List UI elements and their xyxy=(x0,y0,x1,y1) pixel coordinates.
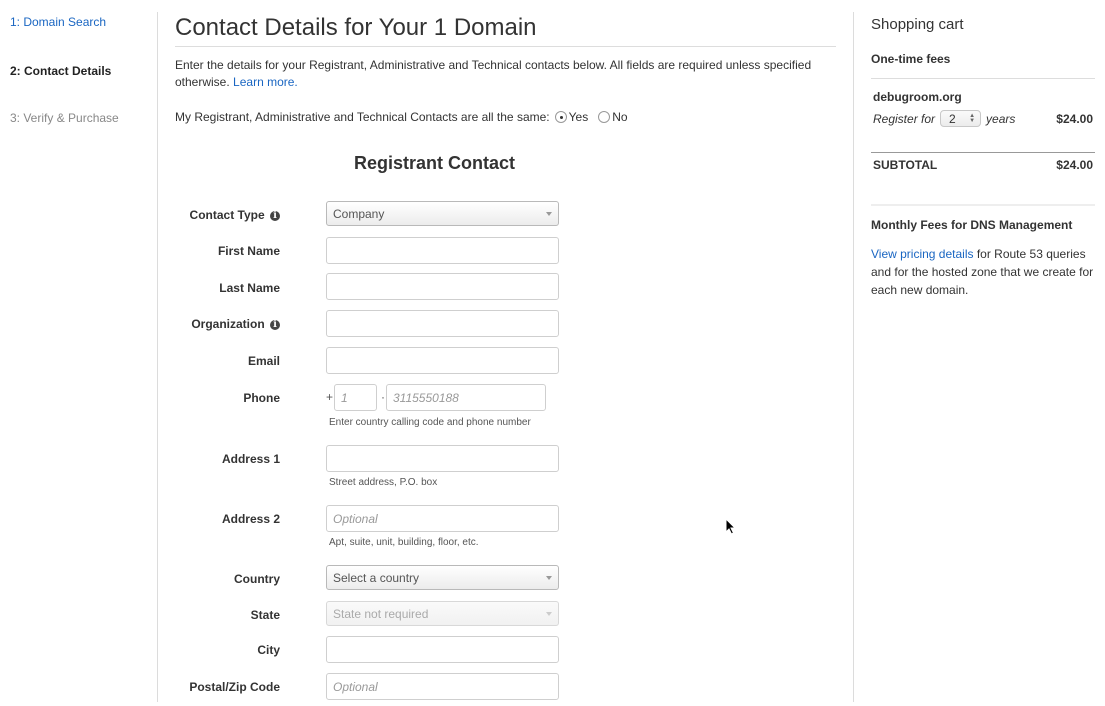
mouse-cursor-icon xyxy=(725,518,737,535)
domain-price: $24.00 xyxy=(1056,111,1093,126)
info-icon[interactable]: i xyxy=(270,320,280,330)
country-label: Country xyxy=(234,572,280,586)
phone-help-text: Enter country calling code and phone num… xyxy=(329,417,531,428)
one-time-fees-heading: One-time fees xyxy=(871,52,951,66)
dns-fees-heading: Monthly Fees for DNS Management xyxy=(871,218,1073,232)
step-contact-details: 2: Contact Details xyxy=(10,64,112,78)
learn-more-link[interactable]: Learn more. xyxy=(233,75,298,89)
register-for-label: Register for xyxy=(873,111,936,126)
radio-unchecked-icon xyxy=(598,111,611,123)
contact-type-value: Company xyxy=(333,206,385,221)
organization-label: Organization i xyxy=(191,317,280,331)
same-yes-radio[interactable]: Yes xyxy=(554,110,589,124)
address1-input[interactable] xyxy=(326,445,559,472)
city-input[interactable] xyxy=(326,636,559,663)
cart-divider xyxy=(871,78,1095,79)
address2-label: Address 2 xyxy=(221,512,280,526)
subtotal-value: $24.00 xyxy=(1056,158,1093,172)
contact-type-select[interactable]: Company xyxy=(326,201,559,226)
last-name-label: Last Name xyxy=(219,281,280,295)
first-name-label: First Name xyxy=(217,244,280,258)
phone-plus-sign: + xyxy=(326,390,334,404)
register-years-row: Register for 2 ▲ ▼ years $24.00 xyxy=(873,110,1093,127)
years-label: years xyxy=(986,111,1016,126)
radio-checked-icon xyxy=(554,111,567,123)
same-contacts-label: My Registrant, Administrative and Techni… xyxy=(175,110,550,124)
address1-label: Address 1 xyxy=(221,452,280,466)
postal-label: Postal/Zip Code xyxy=(189,680,280,694)
country-value: Select a country xyxy=(333,570,420,585)
postal-input[interactable]: Optional xyxy=(326,673,559,700)
subtotal-divider xyxy=(871,152,1095,153)
country-select[interactable]: Select a country xyxy=(326,565,559,590)
chevron-down-icon xyxy=(546,576,552,580)
last-name-input[interactable] xyxy=(326,273,559,300)
same-contacts-row: My Registrant, Administrative and Techni… xyxy=(175,110,628,124)
state-select: State not required xyxy=(326,601,559,626)
chevron-down-icon xyxy=(546,612,552,616)
address2-help-text: Apt, suite, unit, building, floor, etc. xyxy=(329,537,479,548)
years-value: 2 xyxy=(949,111,956,126)
intro-text: Enter the details for your Registrant, A… xyxy=(175,57,836,91)
email-label: Email xyxy=(247,354,280,368)
same-no-radio[interactable]: No xyxy=(598,110,628,124)
stepper-arrows-icon: ▲ ▼ xyxy=(969,112,976,124)
address1-help-text: Street address, P.O. box xyxy=(329,477,438,488)
phone-number-input[interactable]: 3115550188 xyxy=(386,384,546,411)
organization-input[interactable] xyxy=(326,310,559,337)
contact-type-label: Contact Type i xyxy=(190,208,280,222)
view-pricing-link[interactable]: View pricing details xyxy=(871,247,974,261)
right-divider xyxy=(853,12,854,702)
state-value: State not required xyxy=(333,606,429,621)
title-divider xyxy=(175,46,836,47)
subtotal-label: SUBTOTAL xyxy=(873,158,938,172)
step-domain-search[interactable]: 1: Domain Search xyxy=(10,15,106,29)
organization-label-text: Organization xyxy=(191,317,265,331)
contact-type-label-text: Contact Type xyxy=(189,208,265,222)
subtotal-row: SUBTOTAL $24.00 xyxy=(873,158,1093,172)
email-input[interactable] xyxy=(326,347,559,374)
page-title: Contact Details for Your 1 Domain xyxy=(175,14,537,41)
step-verify-purchase: 3: Verify & Purchase xyxy=(10,111,119,125)
cart-title: Shopping cart xyxy=(871,16,964,33)
info-icon[interactable]: i xyxy=(270,211,280,221)
address2-input[interactable]: Optional xyxy=(326,505,559,532)
same-no-label: No xyxy=(612,110,628,124)
phone-country-code-input[interactable]: 1 xyxy=(334,384,377,411)
phone-label: Phone xyxy=(243,391,280,405)
left-divider xyxy=(157,12,158,702)
years-stepper[interactable]: 2 ▲ ▼ xyxy=(940,110,982,127)
state-label: State xyxy=(250,608,280,622)
dns-fees-text: View pricing details for Route 53 querie… xyxy=(871,245,1095,299)
first-name-input[interactable] xyxy=(326,237,559,264)
phone-separator: · xyxy=(381,390,385,404)
registrant-contact-heading: Registrant Contact xyxy=(354,153,516,173)
same-yes-label: Yes xyxy=(568,110,589,124)
chevron-down-icon xyxy=(546,212,552,216)
cart-domain-name: debugroom.org xyxy=(873,90,962,104)
city-label: City xyxy=(257,643,280,657)
cart-divider xyxy=(871,204,1095,206)
